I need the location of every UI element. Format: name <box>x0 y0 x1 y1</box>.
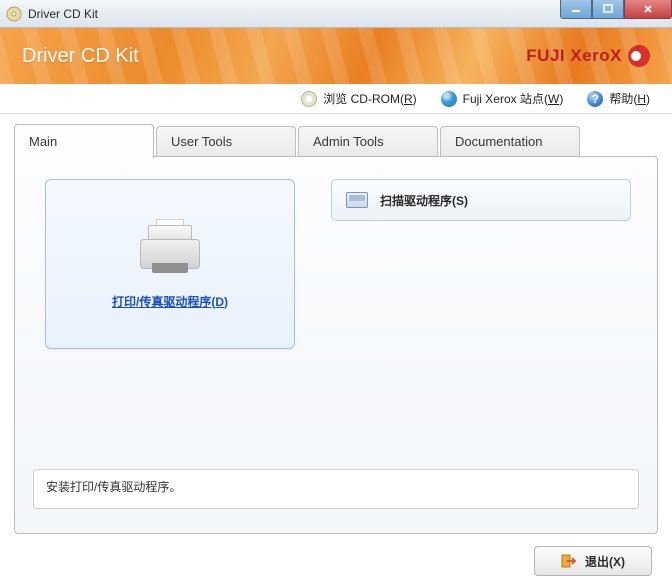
print-fax-driver-label: 打印/传真驱动程序(D) <box>112 293 228 310</box>
browse-cdrom-label: 浏览 CD-ROM(R) <box>323 90 416 107</box>
toolbar: 浏览 CD-ROM(R) Fuji Xerox 站点(W) ? 帮助(H) <box>0 84 672 114</box>
tab-user-tools[interactable]: User Tools <box>156 126 296 156</box>
footer: 退出(X) <box>0 534 672 576</box>
banner-title: Driver CD Kit <box>22 45 139 68</box>
app-icon <box>6 6 22 22</box>
scanner-icon <box>346 192 368 208</box>
cd-icon <box>301 91 317 107</box>
print-fax-driver-tile[interactable]: 打印/传真驱动程序(D) <box>45 179 295 349</box>
maximize-button[interactable] <box>592 0 624 19</box>
description-box: 安装打印/传真驱动程序。 <box>33 469 639 509</box>
exit-label: 退出(X) <box>585 553 625 570</box>
browse-cdrom-link[interactable]: 浏览 CD-ROM(R) <box>301 90 416 107</box>
scan-driver-tile[interactable]: 扫描驱动程序(S) <box>331 179 631 221</box>
fuji-xerox-site-link[interactable]: Fuji Xerox 站点(W) <box>441 90 564 107</box>
tab-documentation[interactable]: Documentation <box>440 126 580 156</box>
help-icon: ? <box>587 91 603 107</box>
window-controls <box>560 0 672 19</box>
brand: FUJI XeroX <box>526 45 650 67</box>
tab-admin-tools[interactable]: Admin Tools <box>298 126 438 156</box>
brand-text: FUJI XeroX <box>526 46 622 66</box>
brand-logo-icon <box>628 45 650 67</box>
window-titlebar: Driver CD Kit <box>0 0 672 28</box>
main-panel: 打印/传真驱动程序(D) 扫描驱动程序(S) 安装打印/传真驱动程序。 <box>14 156 658 534</box>
tab-strip: Main User Tools Admin Tools Documentatio… <box>0 114 672 156</box>
header-banner: Driver CD Kit FUJI XeroX <box>0 28 672 84</box>
scan-driver-label: 扫描驱动程序(S) <box>380 192 468 209</box>
help-label: 帮助(H) <box>609 90 650 107</box>
close-button[interactable] <box>624 0 672 19</box>
site-label: Fuji Xerox 站点(W) <box>463 90 564 107</box>
tab-main[interactable]: Main <box>14 124 154 158</box>
help-link[interactable]: ? 帮助(H) <box>587 90 650 107</box>
globe-icon <box>441 91 457 107</box>
printer-icon <box>134 219 206 279</box>
exit-button[interactable]: 退出(X) <box>534 546 652 576</box>
window-title: Driver CD Kit <box>28 7 98 21</box>
minimize-button[interactable] <box>560 0 592 19</box>
exit-icon <box>561 553 577 569</box>
